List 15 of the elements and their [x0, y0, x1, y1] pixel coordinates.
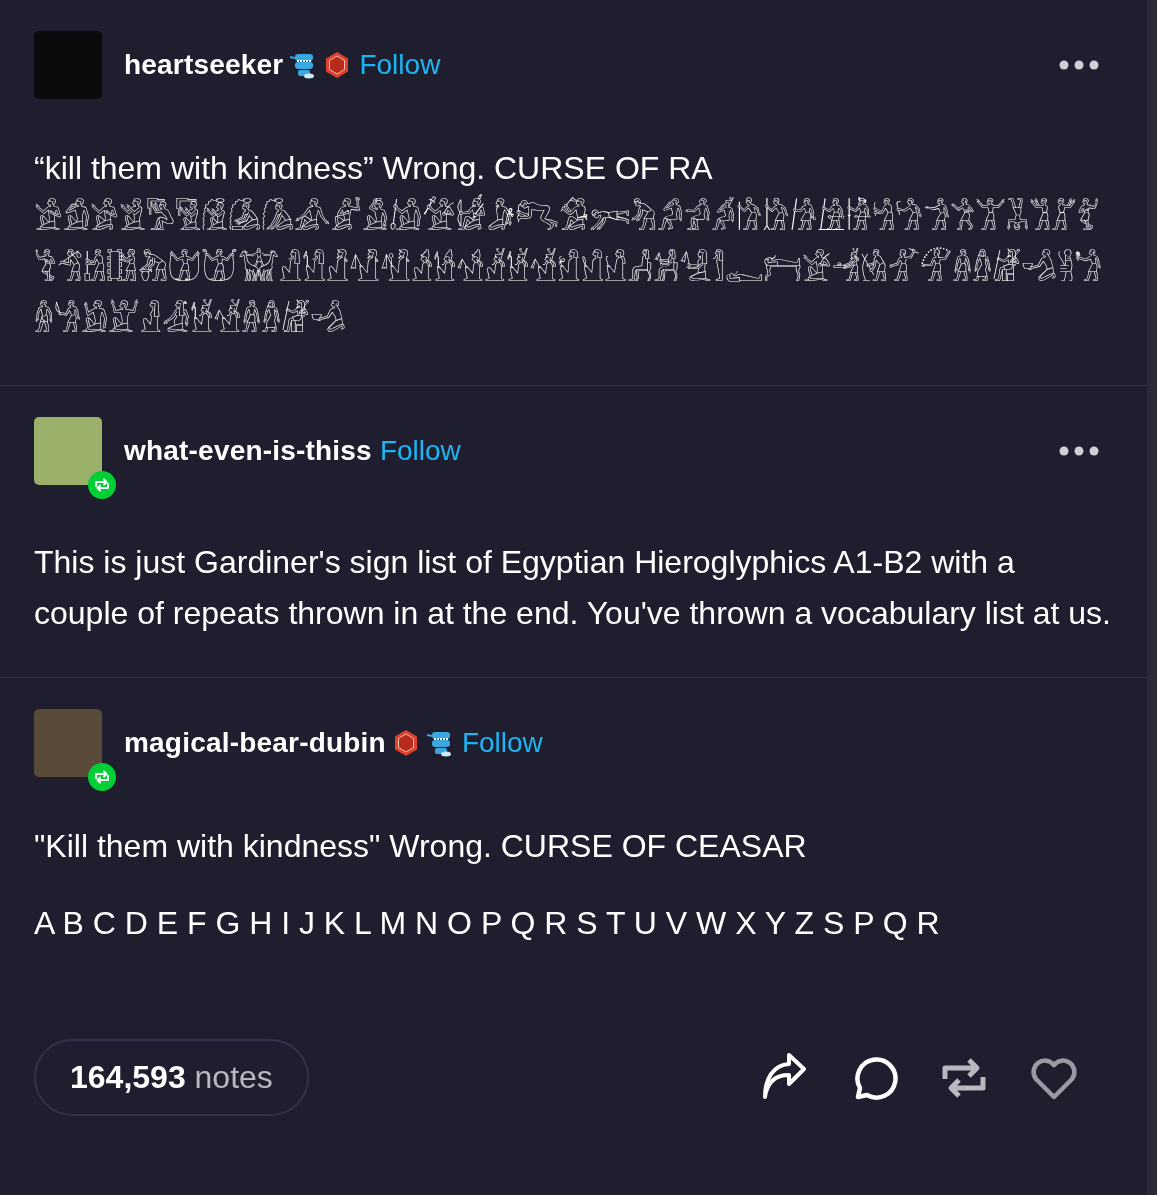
post-text: A B C D E F G H I J K L M N O P Q R S T U V W X Y Z S P Q R	[34, 904, 941, 943]
post-text: This is just Gardiner's sign list of Egyptian Hieroglyphics A1-B2 with a couple of repeats thrown in at the end. You've thrown a vocabulary list at us.	[34, 543, 1112, 633]
avatar-photo-placeholder[interactable]	[34, 709, 102, 777]
username[interactable]: what-even-is-thiss	[124, 435, 372, 467]
username[interactable]: heartseeker	[124, 49, 284, 81]
follow-link[interactable]: Follow	[379, 435, 461, 467]
follow-link[interactable]: Follow	[359, 49, 441, 81]
username[interactable]: magical-bear-dubin	[124, 727, 386, 759]
notes-button[interactable]: 164,593 notes	[34, 1039, 309, 1116]
post-text: “kill them with kindness” Wrong. CURSE OF RA 𓀀𓀁𓀂𓀃𓀄𓀅𓀆𓀇𓀈𓀉𓀊𓀋𓀌𓀍𓀎𓀏𓀐𓀑𓀒𓀓𓀔𓀕𓀖𓀗𓀘𓀙𓀚𓀛𓀜𓀝𓀞𓀟𓀠𓀡𓀢𓀣𓀤𓀥𓀦𓀧𓀨𓀩𓀪𓀫𓀬𓀭𓀮𓀯𓀰𓀱𓀲𓀳𓀴𓀵𓀶𓀷𓀸𓀹𓀺𓀻𓀼𓀽𓀾𓀿𓁀𓁁𓁂𓁃𓁄𓁅𓁆𓁇𓁈𓁉𓁊𓁋𓁌𓁍𓁎𓁏𓁐𓁑𓀶𓀷𓁆𓁇𓁈𓁉	[34, 149, 1103, 341]
more-menu-icon[interactable]	[1059, 446, 1099, 456]
post-text: "Kill them with kindness" Wrong. CURSE OF CEASAR	[34, 827, 808, 866]
chattering-teeth-icon	[425, 729, 454, 757]
follow-link[interactable]: Follow	[461, 727, 543, 759]
more-menu-icon[interactable]	[1059, 60, 1099, 70]
